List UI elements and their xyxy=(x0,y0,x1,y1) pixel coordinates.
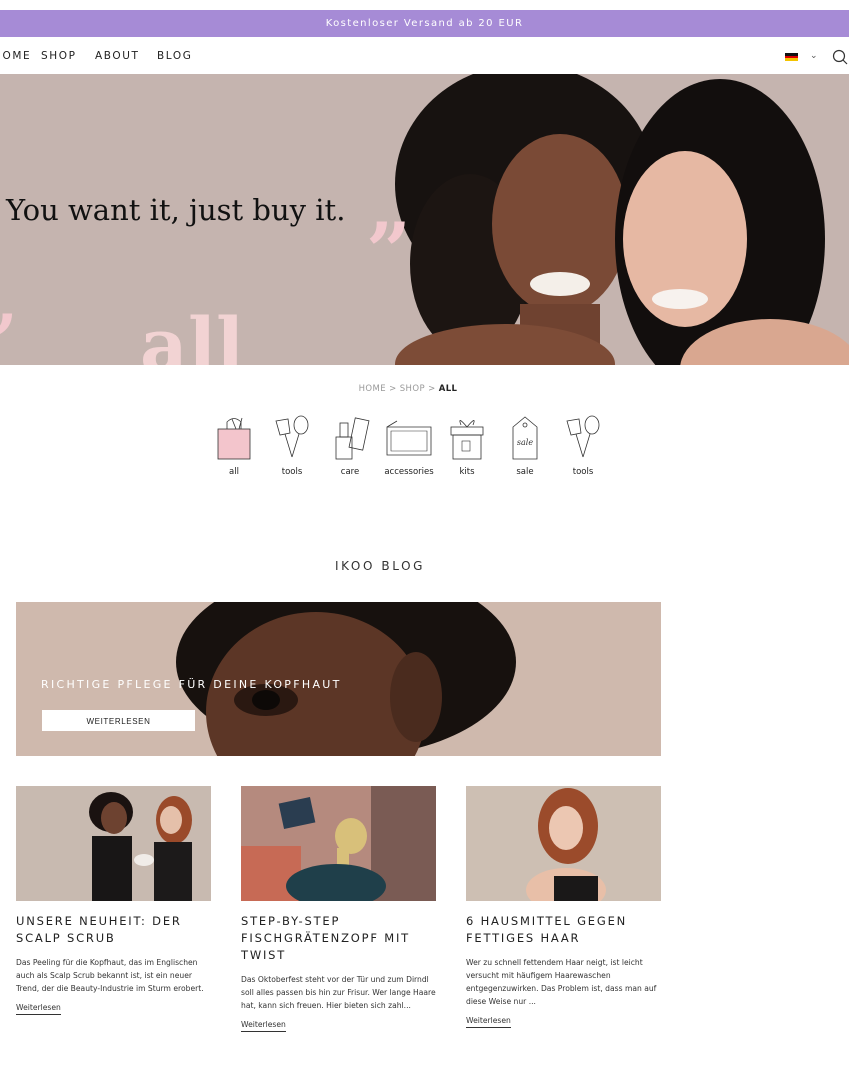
blog-section-title: IKOO BLOG xyxy=(334,559,426,573)
nav-item-about[interactable]: ABOUT xyxy=(95,50,140,62)
featured-blog-post[interactable]: RICHTIGE PFLEGE FÜR DEINE KOPFHAUT WEITE… xyxy=(16,602,661,756)
blog-post-title[interactable]: 6 HAUSMITTEL GEGEN FETTIGES HAAR xyxy=(466,913,661,947)
bottles-icon xyxy=(335,417,370,460)
announcement-bar: Kostenloser Versand ab 20 EUR xyxy=(0,10,849,37)
announcement-text: Kostenloser Versand ab 20 EUR xyxy=(325,18,524,29)
category-label: tools xyxy=(572,467,594,477)
gift-box-icon xyxy=(450,420,484,460)
sale-tag-text: sale xyxy=(517,438,533,447)
search-icon[interactable] xyxy=(831,48,849,66)
read-more-button[interactable]: WEITERLESEN xyxy=(42,710,195,731)
breadcrumb-separator: > xyxy=(428,384,436,394)
read-more-link[interactable]: Weiterlesen xyxy=(466,1016,511,1028)
sale-tag-icon: sale xyxy=(512,416,538,460)
blog-post-card[interactable]: STEP-BY-STEP FISCHGRÄTENZOPF MIT TWIST D… xyxy=(241,786,436,1032)
german-flag-icon[interactable] xyxy=(785,53,798,61)
blog-post-card[interactable]: UNSERE NEUHEIT: DER SCALP SCRUB Das Peel… xyxy=(16,786,211,1015)
open-quote-mark: ‚ xyxy=(0,264,19,336)
hero-banner: ‚ You want it, just buy it. ” all xyxy=(0,74,849,365)
featured-post-title: RICHTIGE PFLEGE FÜR DEINE KOPFHAUT xyxy=(41,678,342,691)
category-tools[interactable]: tools xyxy=(548,413,618,477)
nav-item-blog[interactable]: BLOG xyxy=(157,50,192,62)
brushes-icon xyxy=(566,415,600,458)
close-quote-mark: ” xyxy=(366,206,411,297)
read-more-link[interactable]: Weiterlesen xyxy=(16,1003,61,1015)
brushes-icon xyxy=(275,415,309,458)
blog-post-title[interactable]: UNSERE NEUHEIT: DER SCALP SCRUB xyxy=(16,913,211,947)
read-more-link[interactable]: Weiterlesen xyxy=(241,1020,286,1032)
blog-post-excerpt: Das Oktoberfest steht vor der Tür und zu… xyxy=(241,975,436,1010)
blog-post-excerpt: Wer zu schnell fettendem Haar neigt, ist… xyxy=(466,958,657,1006)
pouch-icon xyxy=(386,420,432,456)
blog-post-image[interactable] xyxy=(16,786,211,901)
blog-post-photo xyxy=(466,786,661,901)
breadcrumb: HOME > SHOP > ALL xyxy=(0,384,816,394)
shopping-bag-icon xyxy=(217,417,251,460)
blog-post-excerpt: Das Peeling für die Kopfhaut, das im Eng… xyxy=(16,958,204,993)
blog-post-image[interactable] xyxy=(466,786,661,901)
breadcrumb-shop[interactable]: SHOP xyxy=(400,384,425,394)
hero-quote: You want it, just buy it. xyxy=(6,193,346,227)
nav-item-shop[interactable]: SHOP xyxy=(41,50,77,62)
breadcrumb-current: ALL xyxy=(438,384,458,394)
hero-collection-name: all xyxy=(140,303,245,365)
main-nav: HOME SHOP ABOUT BLOG xyxy=(0,38,849,74)
nav-item-home[interactable]: HOME xyxy=(0,50,31,62)
breadcrumb-separator: > xyxy=(389,384,397,394)
blog-post-image[interactable] xyxy=(241,786,436,901)
blog-post-photo xyxy=(241,786,436,901)
blog-post-title[interactable]: STEP-BY-STEP FISCHGRÄTENZOPF MIT TWIST xyxy=(241,913,436,964)
chevron-down-icon[interactable]: ⌄ xyxy=(810,51,818,61)
blog-post-card[interactable]: 6 HAUSMITTEL GEGEN FETTIGES HAAR Wer zu … xyxy=(466,786,661,1028)
breadcrumb-home[interactable]: HOME xyxy=(359,384,386,394)
blog-post-photo xyxy=(16,786,211,901)
